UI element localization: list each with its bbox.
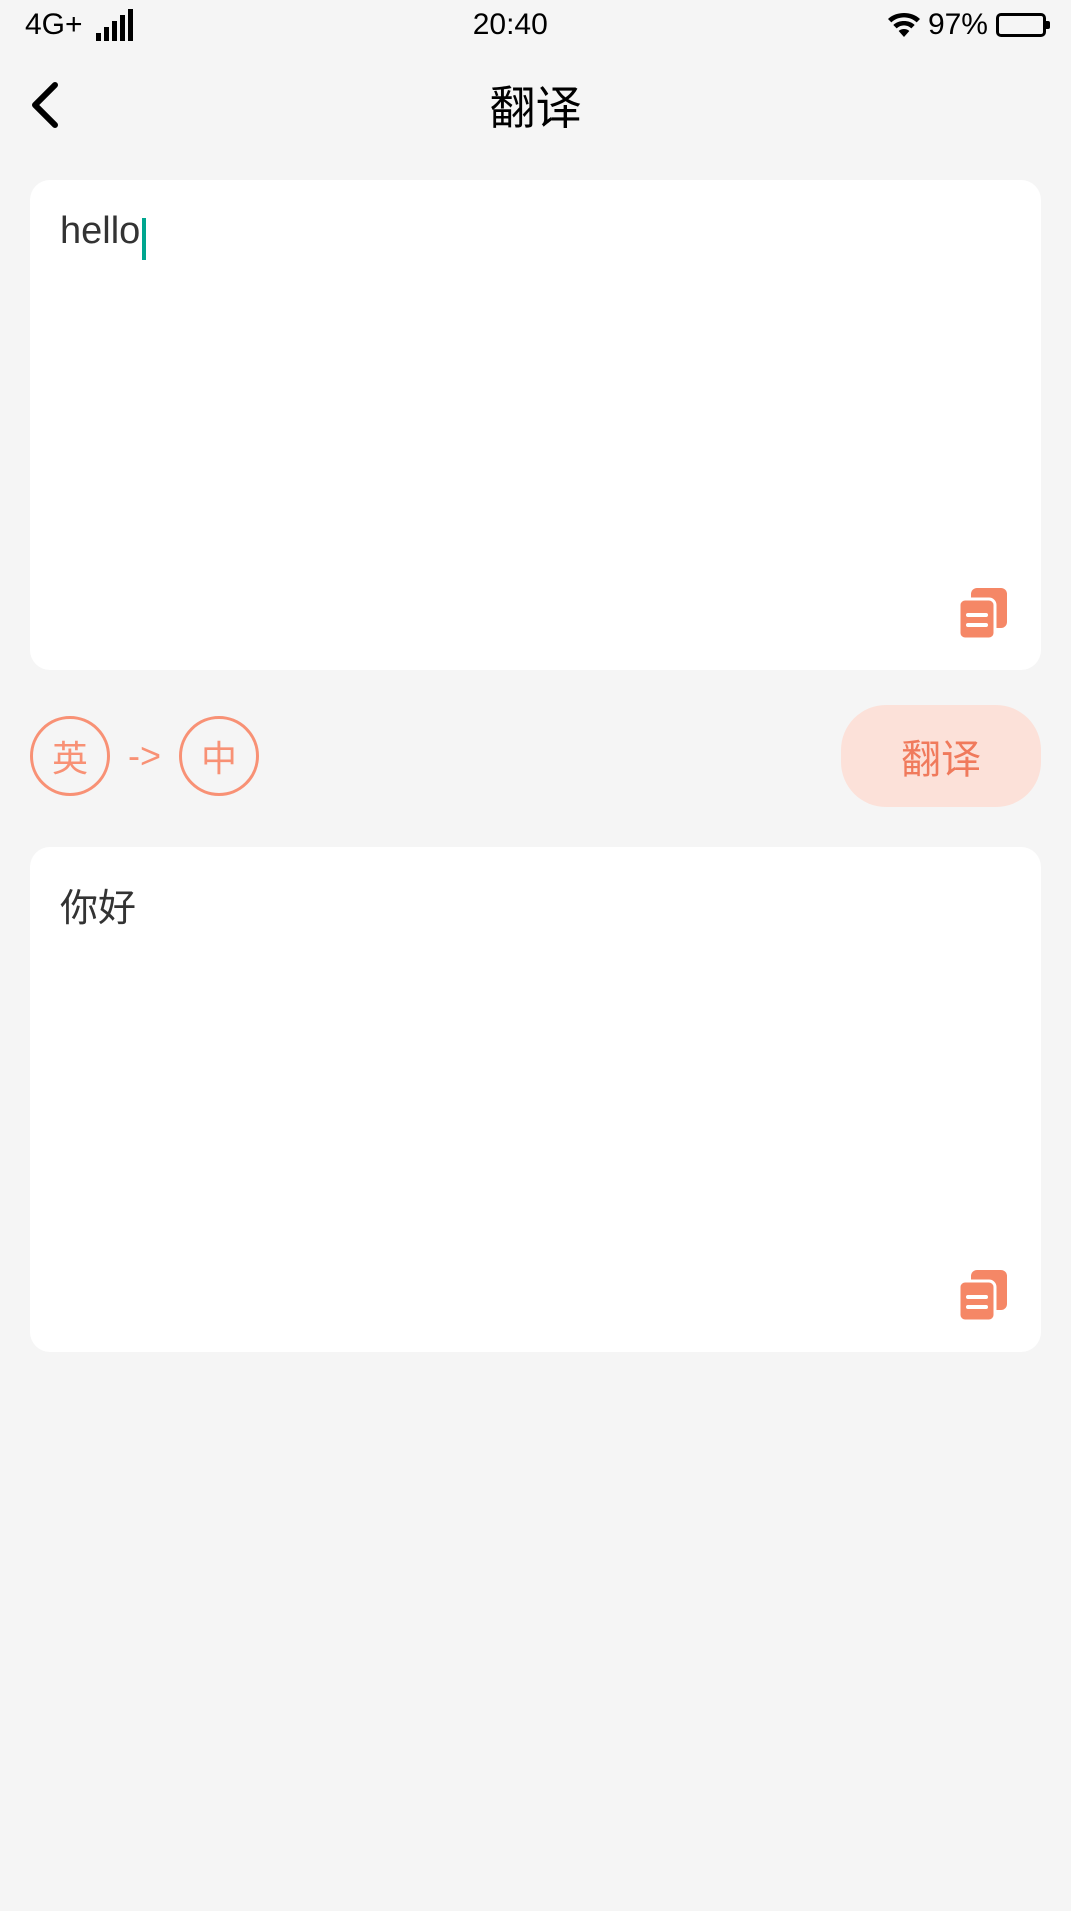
status-left: 4G+ <box>25 8 133 42</box>
status-time: 20:40 <box>473 8 548 42</box>
text-cursor <box>142 218 146 260</box>
input-textarea[interactable]: hello <box>60 210 140 253</box>
copy-icon[interactable] <box>956 1267 1011 1322</box>
output-card: 你好 <box>30 847 1041 1352</box>
language-selector[interactable]: 英 -> 中 <box>30 716 259 796</box>
network-type: 4G+ <box>25 8 83 42</box>
signal-icon <box>96 9 133 41</box>
language-bar: 英 -> 中 翻译 <box>30 705 1041 807</box>
status-right: 97% <box>888 8 1046 42</box>
translate-button[interactable]: 翻译 <box>841 705 1041 807</box>
battery-icon <box>996 13 1046 37</box>
target-language[interactable]: 中 <box>179 716 259 796</box>
input-card: hello <box>30 180 1041 670</box>
output-text: 你好 <box>60 877 1011 932</box>
battery-percent: 97% <box>928 8 988 42</box>
copy-icon[interactable] <box>956 585 1011 640</box>
page-title: 翻译 <box>0 72 1071 138</box>
arrow-icon: -> <box>128 735 161 777</box>
back-icon[interactable] <box>25 80 65 130</box>
status-bar: 4G+ 20:40 97% <box>0 0 1071 50</box>
app-header: 翻译 <box>0 60 1071 150</box>
source-language[interactable]: 英 <box>30 716 110 796</box>
wifi-icon <box>888 13 920 37</box>
